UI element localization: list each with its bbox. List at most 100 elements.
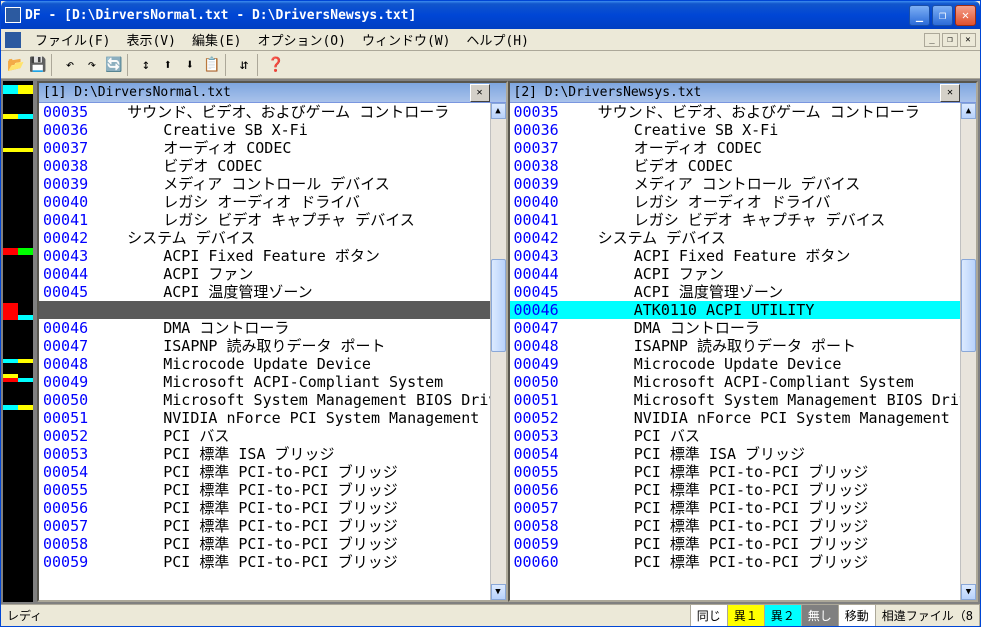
text-line[interactable]: 00046 DMA コントローラ (39, 319, 490, 337)
scroll-up-icon[interactable]: ▲ (961, 103, 976, 119)
gutter-segment[interactable] (3, 94, 33, 113)
tb-refresh-icon[interactable]: 🔄 (103, 54, 125, 76)
tb-save-icon[interactable]: 💾 (27, 54, 49, 76)
text-line[interactable]: 00043 ACPI Fixed Feature ボタン (39, 247, 490, 265)
text-line[interactable]: 00038 ビデオ CODEC (510, 157, 961, 175)
text-line[interactable]: 00055 PCI 標準 PCI-to-PCI ブリッジ (39, 481, 490, 499)
text-line[interactable]: 00039 メディア コントロール デバイス (39, 175, 490, 193)
text-line[interactable]: 00052 PCI バス (39, 427, 490, 445)
titlebar[interactable]: DF - [D:\DirversNormal.txt - D:\DriversN… (1, 1, 980, 29)
menu-option[interactable]: オプション(O) (249, 28, 353, 51)
text-line[interactable]: 00049 Microsoft ACPI-Compliant System (39, 373, 490, 391)
diff-overview-gutter[interactable] (3, 81, 33, 602)
text-line[interactable]: 00052 NVIDIA nForce PCI System Managemen… (510, 409, 961, 427)
text-line[interactable]: 00038 ビデオ CODEC (39, 157, 490, 175)
text-line[interactable]: 00048 Microcode Update Device (39, 355, 490, 373)
menu-help[interactable]: ヘルプ(H) (458, 28, 536, 51)
text-line[interactable]: 00046 ATK0110 ACPI UTILITY (510, 301, 961, 319)
tb-open-icon[interactable]: 📂 (5, 54, 27, 76)
text-line[interactable]: 00039 メディア コントロール デバイス (510, 175, 961, 193)
left-text-area[interactable]: 00035 サウンド、ビデオ、およびゲーム コントローラ00036 Creati… (39, 103, 490, 600)
text-line[interactable]: 00050 Microsoft System Management BIOS D… (39, 391, 490, 409)
text-line[interactable]: 00060 PCI 標準 PCI-to-PCI ブリッジ (510, 553, 961, 571)
text-line[interactable]: 00050 Microsoft ACPI-Compliant System (510, 373, 961, 391)
mdi-app-icon[interactable] (5, 32, 21, 48)
tb-swap-icon[interactable]: ⇵ (233, 54, 255, 76)
tb-next-diff-icon[interactable]: ↷ (81, 54, 103, 76)
gutter-segment[interactable] (3, 410, 33, 602)
right-text-area[interactable]: 00035 サウンド、ビデオ、およびゲーム コントローラ00036 Creati… (510, 103, 961, 600)
text-line[interactable]: 00058 PCI 標準 PCI-to-PCI ブリッジ (510, 517, 961, 535)
text-line[interactable]: 00057 PCI 標準 PCI-to-PCI ブリッジ (510, 499, 961, 517)
gutter-segment[interactable] (3, 248, 33, 256)
right-pane-titlebar[interactable]: [2] D:\DriversNewsys.txt ✕ (510, 83, 977, 103)
text-line[interactable]: 00042 システム デバイス (39, 229, 490, 247)
text-line[interactable]: 00044 ACPI ファン (39, 265, 490, 283)
text-line[interactable]: 00053 PCI バス (510, 427, 961, 445)
tb-down-icon[interactable]: ⬇ (179, 54, 201, 76)
tb-prev-diff-icon[interactable]: ↶ (59, 54, 81, 76)
maximize-button[interactable]: ❐ (932, 5, 953, 26)
menu-file[interactable]: ファイル(F) (27, 28, 118, 51)
text-line[interactable]: 00054 PCI 標準 PCI-to-PCI ブリッジ (39, 463, 490, 481)
text-line[interactable]: 00041 レガシ ビデオ キャプチャ デバイス (510, 211, 961, 229)
text-line[interactable]: 00035 サウンド、ビデオ、およびゲーム コントローラ (39, 103, 490, 121)
mdi-restore-button[interactable]: ❐ (942, 33, 958, 47)
text-line[interactable]: 00059 PCI 標準 PCI-to-PCI ブリッジ (510, 535, 961, 553)
menu-view[interactable]: 表示(V) (118, 28, 183, 51)
scroll-up-icon[interactable]: ▲ (491, 103, 506, 119)
gutter-segment[interactable] (3, 363, 33, 375)
text-line[interactable]: 00037 オーディオ CODEC (510, 139, 961, 157)
text-line[interactable]: 00051 Microsoft System Management BIOS D… (510, 391, 961, 409)
text-line[interactable]: 00035 サウンド、ビデオ、およびゲーム コントローラ (510, 103, 961, 121)
tb-up-icon[interactable]: ⬆ (157, 54, 179, 76)
text-line[interactable]: 00059 PCI 標準 PCI-to-PCI ブリッジ (39, 553, 490, 571)
gutter-segment[interactable] (3, 119, 33, 148)
text-line[interactable]: 00056 PCI 標準 PCI-to-PCI ブリッジ (510, 481, 961, 499)
tb-help-icon[interactable]: ❓ (265, 54, 287, 76)
left-pane-titlebar[interactable]: [1] D:\DirversNormal.txt ✕ (39, 83, 506, 103)
text-line[interactable]: 00057 PCI 標準 PCI-to-PCI ブリッジ (39, 517, 490, 535)
text-line[interactable]: 00049 Microcode Update Device (510, 355, 961, 373)
tb-copy-icon[interactable]: 📋 (201, 54, 223, 76)
text-line[interactable]: 00045 ACPI 温度管理ゾーン (39, 283, 490, 301)
text-line[interactable]: 00040 レガシ オーディオ ドライバ (39, 193, 490, 211)
gutter-segment[interactable] (3, 320, 33, 358)
text-line[interactable]: 00042 システム デバイス (510, 229, 961, 247)
text-line[interactable]: 00040 レガシ オーディオ ドライバ (510, 193, 961, 211)
menu-edit[interactable]: 編集(E) (184, 28, 249, 51)
tb-sync-icon[interactable]: ↕ (135, 54, 157, 76)
text-line[interactable]: 00036 Creative SB X-Fi (510, 121, 961, 139)
text-line[interactable]: 00053 PCI 標準 ISA ブリッジ (39, 445, 490, 463)
text-line[interactable]: 00051 NVIDIA nForce PCI System Managemen… (39, 409, 490, 427)
text-line[interactable]: 00044 ACPI ファン (510, 265, 961, 283)
text-line[interactable] (39, 301, 490, 319)
text-line[interactable]: 00047 ISAPNP 読み取りデータ ポート (39, 337, 490, 355)
scroll-down-icon[interactable]: ▼ (961, 584, 976, 600)
scroll-down-icon[interactable]: ▼ (491, 584, 506, 600)
gutter-segment[interactable] (3, 152, 33, 248)
right-pane-close-button[interactable]: ✕ (940, 84, 960, 102)
text-line[interactable]: 00047 DMA コントローラ (510, 319, 961, 337)
menu-window[interactable]: ウィンドウ(W) (354, 28, 458, 51)
text-line[interactable]: 00045 ACPI 温度管理ゾーン (510, 283, 961, 301)
text-line[interactable]: 00056 PCI 標準 PCI-to-PCI ブリッジ (39, 499, 490, 517)
text-line[interactable]: 00043 ACPI Fixed Feature ボタン (510, 247, 961, 265)
gutter-segment[interactable] (3, 303, 33, 315)
text-line[interactable]: 00037 オーディオ CODEC (39, 139, 490, 157)
gutter-segment[interactable] (3, 255, 33, 303)
minimize-button[interactable]: _ (909, 5, 930, 26)
text-line[interactable]: 00054 PCI 標準 ISA ブリッジ (510, 445, 961, 463)
close-button[interactable]: ✕ (955, 5, 976, 26)
mdi-close-button[interactable]: ✕ (960, 33, 976, 47)
text-line[interactable]: 00055 PCI 標準 PCI-to-PCI ブリッジ (510, 463, 961, 481)
gutter-segment[interactable] (3, 382, 33, 405)
gutter-segment[interactable] (3, 85, 33, 95)
left-pane-close-button[interactable]: ✕ (470, 84, 490, 102)
text-line[interactable]: 00041 レガシ ビデオ キャプチャ デバイス (39, 211, 490, 229)
text-line[interactable]: 00058 PCI 標準 PCI-to-PCI ブリッジ (39, 535, 490, 553)
text-line[interactable]: 00036 Creative SB X-Fi (39, 121, 490, 139)
left-scrollbar[interactable]: ▲ ▼ (490, 103, 506, 600)
text-line[interactable]: 00048 ISAPNP 読み取りデータ ポート (510, 337, 961, 355)
mdi-minimize-button[interactable]: _ (924, 33, 940, 47)
